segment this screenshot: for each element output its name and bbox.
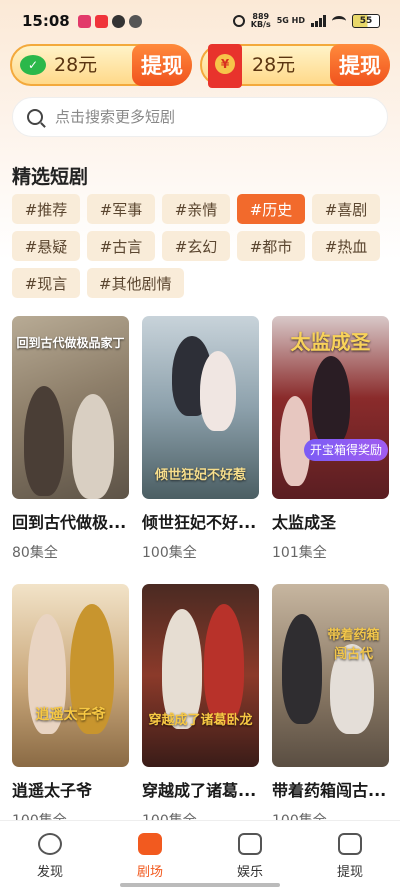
drama-poster[interactable]: 太监成圣 开宝箱得奖励 bbox=[272, 316, 389, 499]
poster-title-art: 倾世狂妃不好惹 bbox=[154, 468, 246, 483]
wifi-icon bbox=[332, 16, 346, 26]
network-speed-unit: KB/s bbox=[250, 20, 271, 29]
bottom-nav: 发现 剧场 娱乐 提现 bbox=[0, 820, 400, 889]
status-indicators: 889 KB/s 5G HD 55 bbox=[232, 13, 380, 29]
tag-ancient-romance[interactable]: #古言 bbox=[87, 231, 155, 261]
status-time: 15:08 bbox=[22, 12, 70, 30]
tag-comedy[interactable]: #喜剧 bbox=[312, 194, 380, 224]
tag-urban[interactable]: #都市 bbox=[237, 231, 305, 261]
poster-title-art: 太监成圣 bbox=[290, 330, 371, 354]
tag-recommend[interactable]: #推荐 bbox=[12, 194, 80, 224]
entertainment-icon bbox=[238, 833, 262, 855]
chat-notification-icon bbox=[128, 14, 142, 28]
card-row: 逍遥太子爷 逍遥太子爷 100集全 穿越成了诸葛卧龙 穿越成了诸葛... 100… bbox=[12, 584, 390, 830]
nav-label: 娱乐 bbox=[236, 865, 263, 880]
tag-modern-romance[interactable]: #现言 bbox=[12, 268, 80, 298]
tag-row: #悬疑 #古言 #玄幻 #都市 #热血 bbox=[12, 231, 392, 261]
drama-grid: 回到古代做极品家丁 回到古代做极... 80集全 倾世狂妃不好惹 倾世狂妃不好.… bbox=[12, 316, 390, 852]
wechat-cash-banner[interactable]: ✓ 28元 提现 bbox=[10, 44, 192, 86]
drama-title: 倾世狂妃不好... bbox=[142, 513, 257, 532]
tag-row: #推荐 #军事 #亲情 #历史 #喜剧 bbox=[12, 194, 392, 224]
poster-figure bbox=[200, 351, 236, 431]
drama-title: 穿越成了诸葛... bbox=[142, 781, 257, 800]
nav-theater[interactable]: 剧场 bbox=[100, 821, 200, 889]
drama-title: 带着药箱闯古... bbox=[272, 781, 387, 800]
redpacket-withdraw-button[interactable]: 提现 bbox=[330, 44, 390, 86]
wechat-icon: ✓ bbox=[20, 55, 46, 75]
drama-title: 太监成圣 bbox=[272, 513, 337, 532]
alarm-icon bbox=[232, 15, 245, 27]
drama-card[interactable]: 穿越成了诸葛卧龙 穿越成了诸葛... 100集全 bbox=[142, 584, 259, 830]
drama-title: 逍遥太子爷 bbox=[12, 781, 93, 800]
section-title: 精选短剧 bbox=[12, 166, 89, 188]
tag-suspense[interactable]: #悬疑 bbox=[12, 231, 80, 261]
drama-poster[interactable]: 逍遥太子爷 bbox=[12, 584, 129, 767]
status-bar: 15:08 889 KB/s 5G HD 55 bbox=[0, 0, 400, 42]
network-speed: 889 KB/s bbox=[251, 13, 271, 29]
drama-episodes: 100集全 bbox=[142, 545, 197, 561]
drama-episodes: 101集全 bbox=[272, 545, 327, 561]
genre-tags: #推荐 #军事 #亲情 #历史 #喜剧 #悬疑 #古言 #玄幻 #都市 #热血 … bbox=[12, 194, 392, 305]
poster-title-art: 穿越成了诸葛卧龙 bbox=[148, 713, 253, 728]
search-bar[interactable] bbox=[12, 97, 388, 137]
redpacket-cash-banner[interactable]: ¥ 28元 提现 bbox=[200, 44, 390, 88]
tag-action[interactable]: #热血 bbox=[312, 231, 380, 261]
poster-figure bbox=[72, 394, 114, 499]
poster-title-art: 回到古代做极品家丁 bbox=[16, 336, 125, 350]
tag-fantasy[interactable]: #玄幻 bbox=[162, 231, 230, 261]
drama-episodes: 80集全 bbox=[12, 545, 58, 561]
tag-history[interactable]: #历史 bbox=[237, 194, 305, 224]
tag-military[interactable]: #军事 bbox=[87, 194, 155, 224]
signal-icon bbox=[311, 15, 326, 27]
drama-poster[interactable]: 回到古代做极品家丁 bbox=[12, 316, 129, 499]
drama-card[interactable]: 逍遥太子爷 逍遥太子爷 100集全 bbox=[12, 584, 129, 830]
search-input[interactable] bbox=[55, 108, 355, 126]
poster-figure bbox=[24, 386, 64, 496]
nav-label: 剧场 bbox=[136, 865, 163, 880]
poster-title-art: 带着药箱闯古代 bbox=[327, 628, 380, 662]
poster-figure bbox=[282, 614, 322, 724]
nav-discover[interactable]: 发现 bbox=[0, 821, 100, 889]
poster-title-art: 逍遥太子爷 bbox=[35, 707, 106, 723]
redpacket-cash-amount: 28元 bbox=[252, 54, 296, 76]
search-icon bbox=[27, 109, 43, 125]
reward-chest-badge[interactable]: 开宝箱得奖励 bbox=[304, 439, 389, 461]
drama-card[interactable]: 倾世狂妃不好惹 倾世狂妃不好... 100集全 bbox=[142, 316, 259, 562]
card-row: 回到古代做极品家丁 回到古代做极... 80集全 倾世狂妃不好惹 倾世狂妃不好.… bbox=[12, 316, 390, 562]
tag-row: #现言 #其他剧情 bbox=[12, 268, 392, 298]
drama-card[interactable]: 太监成圣 开宝箱得奖励 太监成圣 101集全 bbox=[272, 316, 389, 562]
drama-poster[interactable]: 倾世狂妃不好惹 bbox=[142, 316, 259, 499]
tag-family[interactable]: #亲情 bbox=[162, 194, 230, 224]
tag-other[interactable]: #其他剧情 bbox=[87, 268, 184, 298]
theater-icon bbox=[138, 833, 162, 855]
nav-label: 提现 bbox=[336, 865, 363, 880]
battery-icon: 55 bbox=[352, 14, 380, 28]
poster-figure bbox=[204, 604, 244, 724]
drama-card[interactable]: 带着药箱闯古代 带着药箱闯古... 100集全 bbox=[272, 584, 389, 830]
wechat-withdraw-button[interactable]: 提现 bbox=[132, 44, 192, 86]
drama-poster[interactable]: 带着药箱闯古代 bbox=[272, 584, 389, 767]
signal-label: 5G HD bbox=[276, 16, 305, 25]
wechat-cash-amount: 28元 bbox=[54, 54, 98, 76]
cash-banner-row: ✓ 28元 提现 ¥ 28元 提现 bbox=[10, 44, 390, 88]
drama-poster[interactable]: 穿越成了诸葛卧龙 bbox=[142, 584, 259, 767]
app-notification-icon bbox=[77, 14, 91, 28]
app-notification-icon bbox=[94, 14, 108, 28]
withdraw-icon bbox=[338, 833, 362, 855]
poster-figure bbox=[312, 356, 350, 446]
home-indicator[interactable] bbox=[120, 883, 280, 887]
nav-entertainment[interactable]: 娱乐 bbox=[200, 821, 300, 889]
nav-label: 发现 bbox=[36, 865, 63, 880]
nav-withdraw[interactable]: 提现 bbox=[300, 821, 400, 889]
message-notification-icon bbox=[111, 14, 125, 28]
drama-title: 回到古代做极... bbox=[12, 513, 127, 532]
discover-icon bbox=[38, 833, 62, 855]
red-packet-icon: ¥ bbox=[208, 44, 242, 88]
drama-card[interactable]: 回到古代做极品家丁 回到古代做极... 80集全 bbox=[12, 316, 129, 562]
poster-figure bbox=[280, 396, 310, 486]
